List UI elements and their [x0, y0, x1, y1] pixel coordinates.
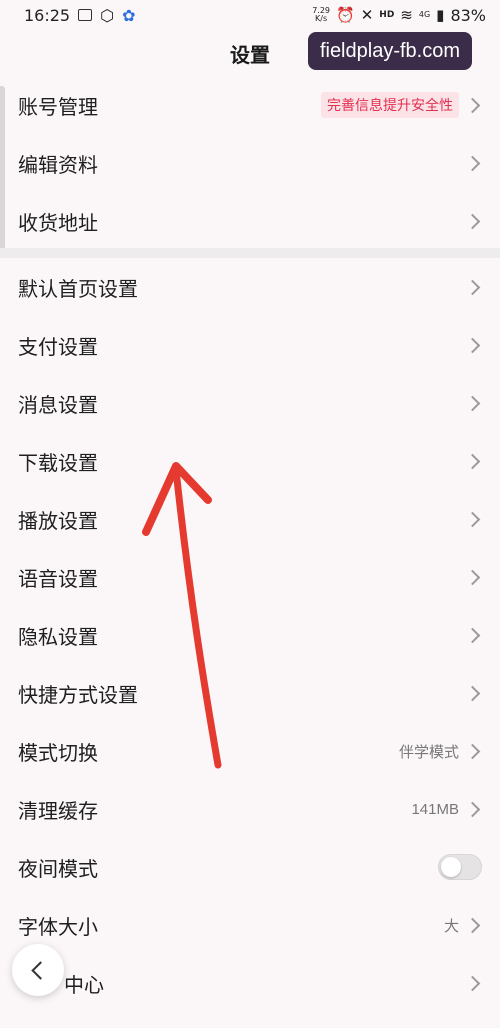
network-type: 4G	[418, 10, 431, 19]
status-bar: 16:25 ⬡ ✿ 7.29 K/s ⏰ ✕ HD ≋ 4G ▮ 83%	[0, 0, 500, 30]
row-label: 快捷方式设置	[18, 682, 138, 707]
account-settings-group: 账号管理 完善信息提升安全性 编辑资料 收货地址	[0, 76, 500, 250]
row-voice-settings[interactable]: 语音设置	[0, 548, 500, 606]
font-size-value: 大	[443, 916, 459, 935]
watermark: fieldplay-fb.com	[307, 32, 472, 70]
row-account-management[interactable]: 账号管理 完善信息提升安全性	[0, 76, 500, 134]
row-message-settings[interactable]: 消息设置	[0, 374, 500, 432]
chevron-right-icon	[464, 801, 481, 817]
page-title: 设置	[230, 42, 270, 67]
section-divider	[0, 248, 500, 258]
chevron-right-icon	[464, 627, 481, 643]
night-mode-toggle[interactable]	[438, 854, 482, 880]
row-label: 隐私设置	[18, 624, 98, 649]
row-privacy-settings[interactable]: 隐私设置	[0, 606, 500, 664]
row-font-size[interactable]: 字体大小 大	[0, 896, 500, 954]
row-label: 编辑资料	[18, 152, 98, 177]
chevron-right-icon	[464, 975, 481, 991]
chevron-right-icon	[464, 917, 481, 933]
toggle-knob	[441, 857, 461, 877]
image-icon	[78, 9, 93, 21]
row-clear-cache[interactable]: 清理缓存 141MB	[0, 780, 500, 838]
row-download-settings[interactable]: 下载设置	[0, 432, 500, 490]
row-label: 中心	[64, 972, 104, 997]
row-label: 消息设置	[18, 392, 98, 417]
alarm-icon: ⏰	[336, 6, 355, 24]
row-label: 夜间模式	[18, 856, 98, 881]
row-label: 清理缓存	[18, 798, 98, 823]
row-label: 默认首页设置	[18, 276, 138, 301]
chevron-right-icon	[464, 743, 481, 759]
chevron-right-icon	[464, 511, 481, 527]
chevron-right-icon	[464, 337, 481, 353]
row-label: 收货地址	[18, 210, 98, 235]
row-default-homepage[interactable]: 默认首页设置	[0, 258, 500, 316]
row-label: 播放设置	[18, 508, 98, 533]
battery-percent: 83%	[450, 5, 486, 25]
general-settings-group: 默认首页设置 支付设置 消息设置 下载设置 播放设置 语音设置 隐私设置 快捷方…	[0, 258, 500, 1012]
network-speed: 7.29 K/s	[312, 6, 331, 23]
chevron-right-icon	[464, 453, 481, 469]
signal-icon: ▮	[436, 6, 445, 24]
row-shipping-address[interactable]: 收货地址	[0, 192, 500, 250]
paw-icon: ✿	[122, 5, 136, 25]
chevron-right-icon	[464, 155, 481, 171]
row-shortcut-settings[interactable]: 快捷方式设置	[0, 664, 500, 722]
row-label: 账号管理	[18, 94, 98, 119]
back-button[interactable]	[12, 944, 64, 996]
row-label: 语音设置	[18, 566, 98, 591]
row-playback-settings[interactable]: 播放设置	[0, 490, 500, 548]
chevron-right-icon	[464, 279, 481, 295]
settings-small-icon: ⬡	[100, 5, 115, 25]
security-badge: 完善信息提升安全性	[321, 92, 459, 118]
chevron-left-icon	[31, 960, 50, 980]
row-mode-switch[interactable]: 模式切换 伴学模式	[0, 722, 500, 780]
row-label: 字体大小	[18, 914, 98, 939]
row-label: 支付设置	[18, 334, 98, 359]
cache-size-value: 141MB	[411, 800, 459, 818]
chevron-right-icon	[464, 97, 481, 113]
chevron-right-icon	[464, 569, 481, 585]
wifi-icon: ≋	[400, 6, 413, 24]
row-edit-profile[interactable]: 编辑资料	[0, 134, 500, 192]
mode-value: 伴学模式	[398, 742, 459, 761]
mute-icon: ✕	[360, 6, 374, 24]
row-center[interactable]: 中心	[0, 954, 500, 1012]
row-label: 下载设置	[18, 450, 98, 475]
chevron-right-icon	[464, 395, 481, 411]
hd-label: HD	[379, 10, 395, 20]
row-payment-settings[interactable]: 支付设置	[0, 316, 500, 374]
row-label: 模式切换	[18, 740, 98, 765]
row-night-mode: 夜间模式	[0, 838, 500, 896]
status-time: 16:25	[24, 5, 71, 25]
chevron-right-icon	[464, 685, 481, 701]
chevron-right-icon	[464, 213, 481, 229]
